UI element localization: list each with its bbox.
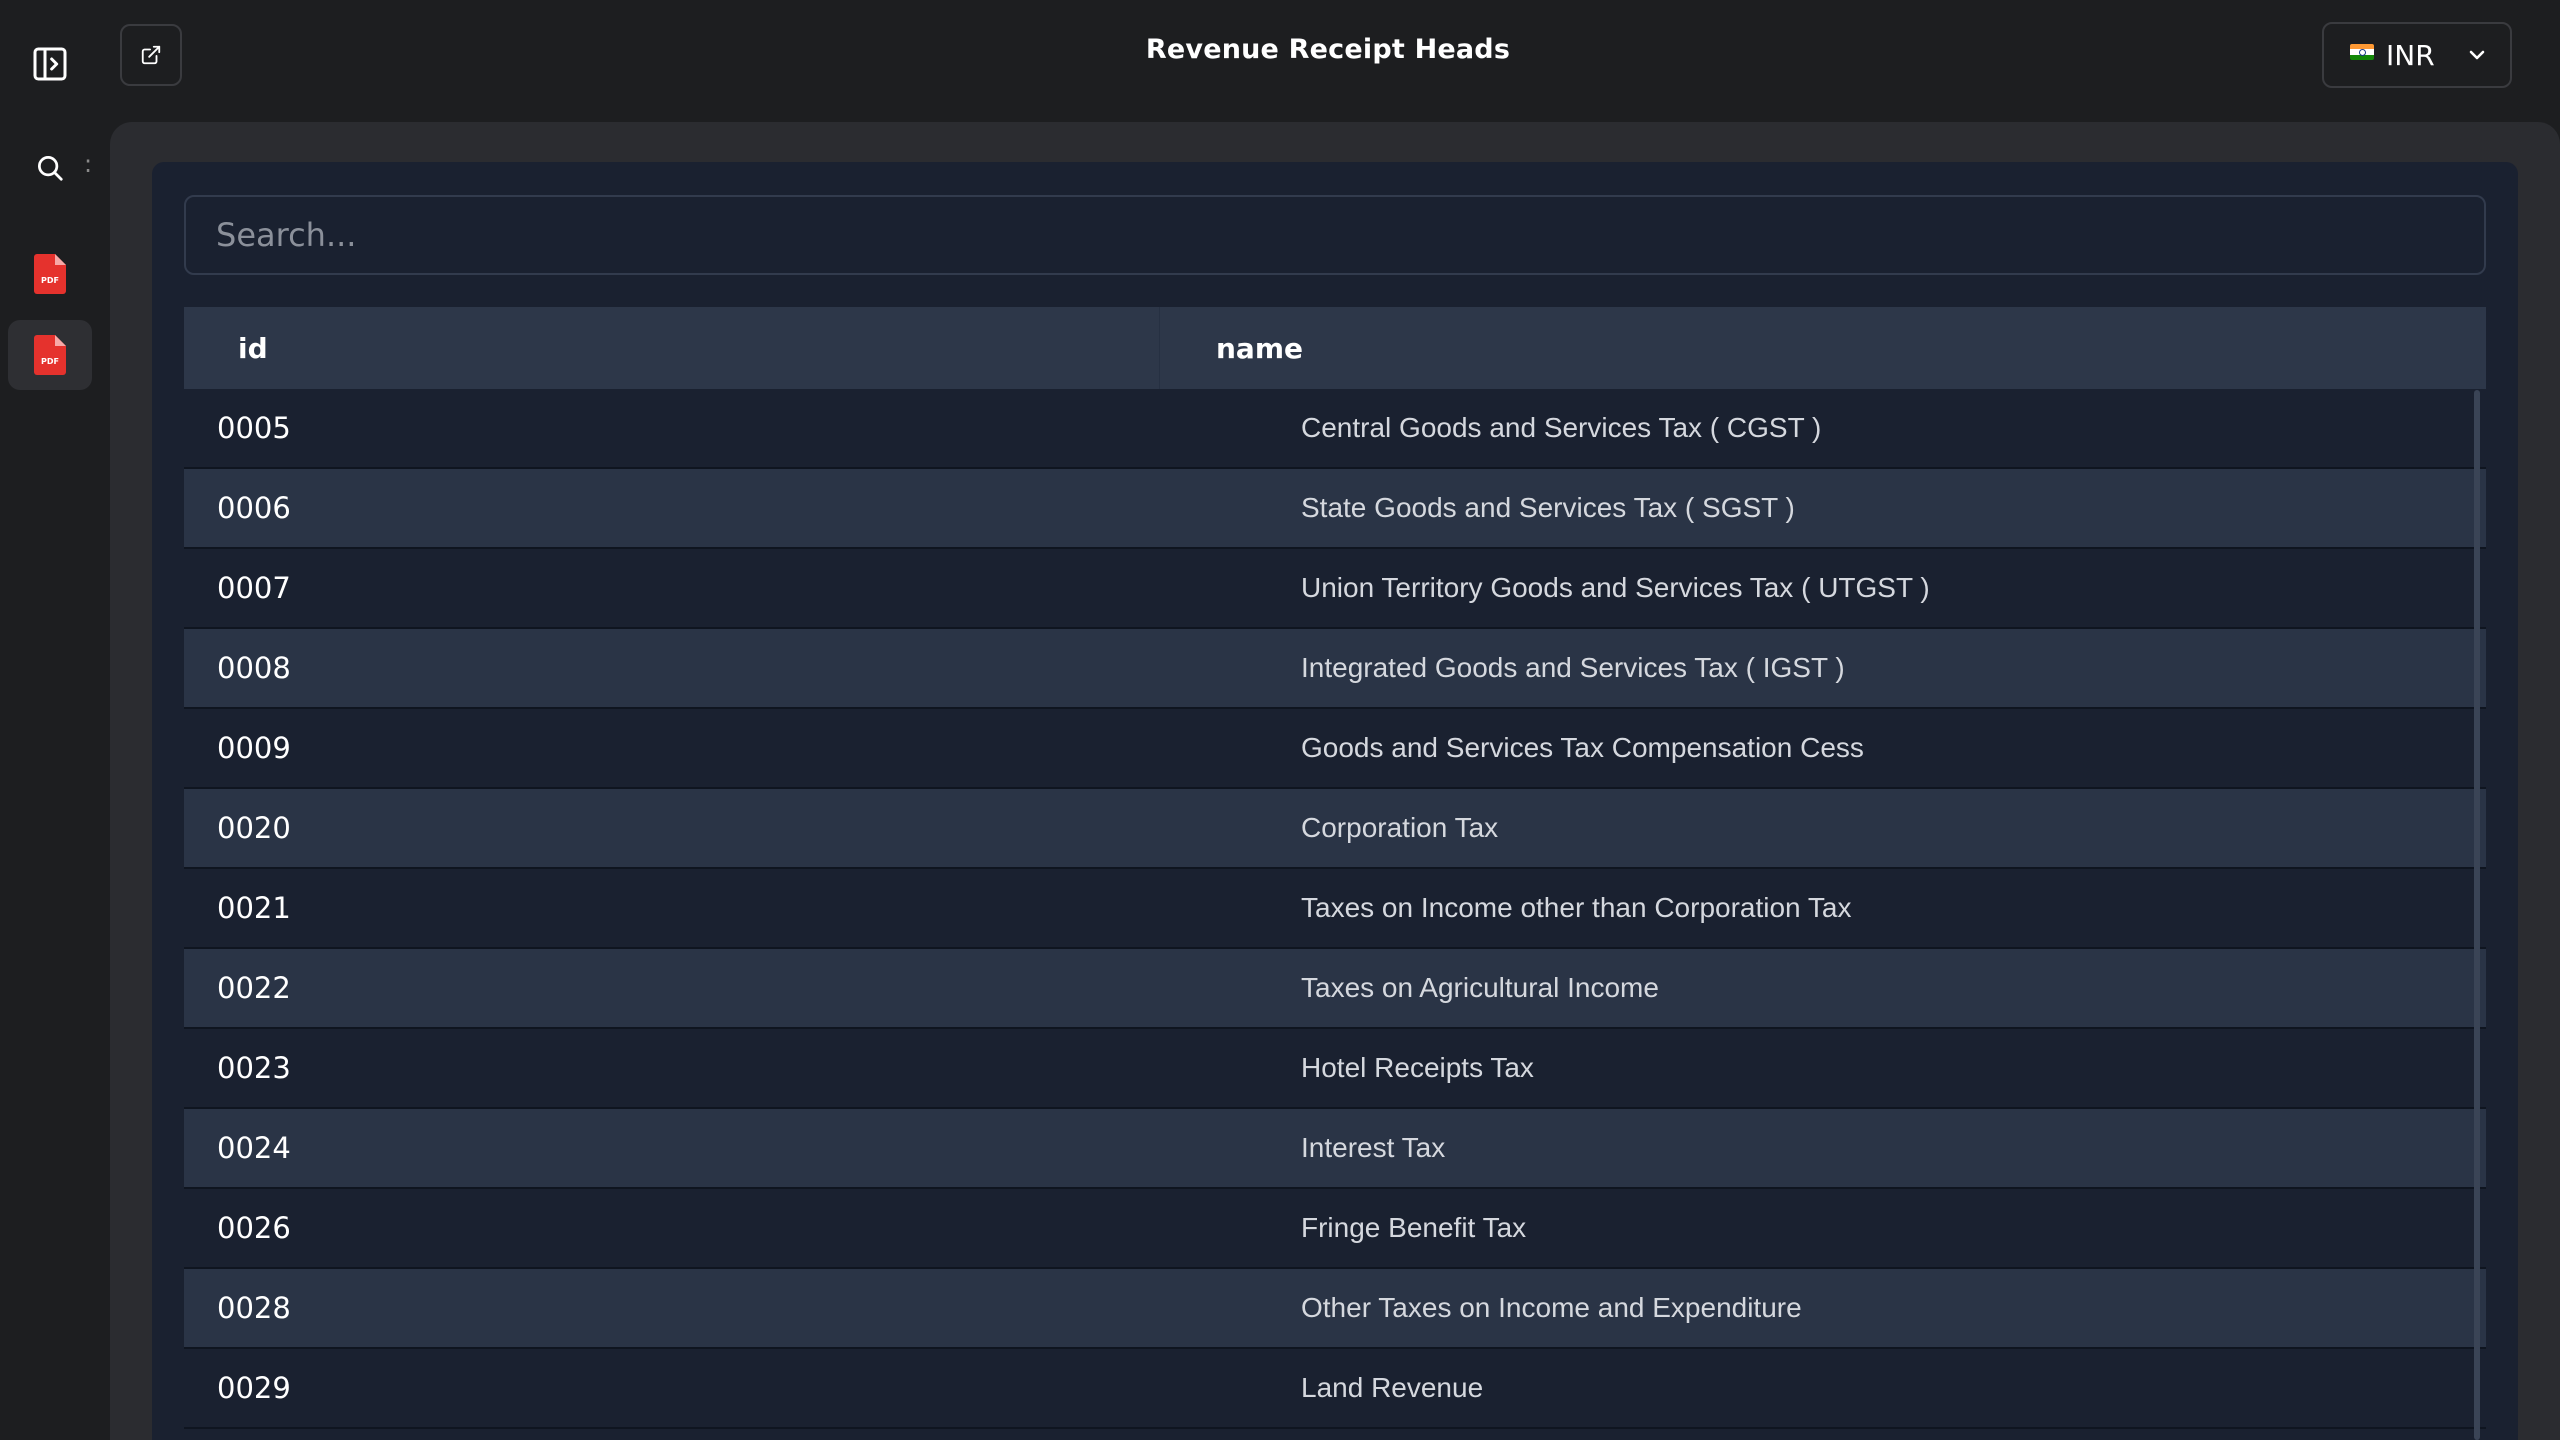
cell-name: Fringe Benefit Tax xyxy=(1301,1212,1527,1243)
table-row[interactable]: 0005 Central Goods and Services Tax ( CG… xyxy=(184,389,2486,469)
cell-id: 0021 xyxy=(217,891,291,925)
left-rail: : PDF PDF xyxy=(0,0,96,1440)
pdf-document-button-2[interactable]: PDF xyxy=(8,320,92,390)
cell-name: Integrated Goods and Services Tax ( IGST… xyxy=(1301,652,1845,683)
table-row[interactable]: 0022 Taxes on Agricultural Income xyxy=(184,949,2486,1029)
cell-id: 0022 xyxy=(217,971,291,1005)
pdf-file-icon: PDF xyxy=(34,335,66,375)
cell-name: Hotel Receipts Tax xyxy=(1301,1052,1534,1083)
table-row[interactable]: 0029 Land Revenue xyxy=(184,1349,2486,1429)
table-header: id name xyxy=(184,307,2486,389)
table-row[interactable]: 0008 Integrated Goods and Services Tax (… xyxy=(184,629,2486,709)
table-row[interactable]: 0021 Taxes on Income other than Corporat… xyxy=(184,869,2486,949)
search-icon xyxy=(38,156,63,181)
cell-name: State Goods and Services Tax ( SGST ) xyxy=(1301,492,1795,523)
cell-name: Central Goods and Services Tax ( CGST ) xyxy=(1301,412,1822,443)
cell-id: 0026 xyxy=(217,1211,291,1245)
cell-id: 0028 xyxy=(217,1291,291,1325)
table-row[interactable]: 0023 Hotel Receipts Tax xyxy=(184,1029,2486,1109)
svg-text:PDF: PDF xyxy=(41,276,59,285)
cell-name: Land Revenue xyxy=(1301,1372,1484,1403)
pdf-file-icon: PDF xyxy=(34,254,66,294)
cell-id: 0006 xyxy=(217,491,291,525)
cell-id: 0020 xyxy=(217,811,291,845)
sidebar-toggle-button[interactable] xyxy=(22,36,78,92)
table-row[interactable]: 0020 Corporation Tax xyxy=(184,789,2486,869)
data-table: id name 0005 Central Goods and Services … xyxy=(184,307,2486,1429)
table-row[interactable]: 0026 Fringe Benefit Tax xyxy=(184,1189,2486,1269)
cell-id: 0029 xyxy=(217,1371,291,1405)
cell-name: Union Territory Goods and Services Tax (… xyxy=(1301,572,1930,603)
table-row[interactable]: 0007 Union Territory Goods and Services … xyxy=(184,549,2486,629)
cell-id: 0007 xyxy=(217,571,291,605)
top-header: Revenue Receipt Heads INR xyxy=(96,0,2560,112)
cell-id: 0009 xyxy=(217,731,291,765)
table-row[interactable]: 0024 Interest Tax xyxy=(184,1109,2486,1189)
cell-id: 0023 xyxy=(217,1051,291,1085)
sidebar-toggle-icon xyxy=(33,47,67,81)
table-scrollbar[interactable] xyxy=(2474,390,2480,1440)
cell-name: Interest Tax xyxy=(1301,1132,1446,1163)
currency-label: INR xyxy=(2386,38,2435,72)
search-button[interactable] xyxy=(22,140,78,196)
cell-id: 0008 xyxy=(217,651,291,685)
column-header-name[interactable]: name xyxy=(1160,307,2486,389)
table-row[interactable]: 0009 Goods and Services Tax Compensation… xyxy=(184,709,2486,789)
cell-name: Corporation Tax xyxy=(1301,812,1499,843)
table-row[interactable]: 0006 State Goods and Services Tax ( SGST… xyxy=(184,469,2486,549)
column-header-id[interactable]: id xyxy=(184,307,1160,389)
cell-name: Taxes on Income other than Corporation T… xyxy=(1301,892,1852,923)
table-row[interactable]: 0028 Other Taxes on Income and Expenditu… xyxy=(184,1269,2486,1349)
search-input[interactable] xyxy=(184,195,2486,275)
cell-id: 0024 xyxy=(217,1131,291,1165)
pdf-document-button-1[interactable]: PDF xyxy=(22,244,78,304)
table-body: 0005 Central Goods and Services Tax ( CG… xyxy=(184,389,2486,1429)
currency-dropdown[interactable]: INR xyxy=(2322,22,2512,88)
cell-name: Goods and Services Tax Compensation Cess xyxy=(1301,732,1864,763)
cell-name: Taxes on Agricultural Income xyxy=(1301,972,1659,1003)
india-flag-icon xyxy=(2350,44,2374,60)
rail-colon: : xyxy=(84,150,93,178)
cell-name: Other Taxes on Income and Expenditure xyxy=(1301,1292,1802,1323)
page-title: Revenue Receipt Heads xyxy=(1145,34,1511,65)
cell-id: 0005 xyxy=(217,411,291,445)
svg-text:PDF: PDF xyxy=(41,357,59,366)
chevron-down-icon xyxy=(2469,50,2484,60)
